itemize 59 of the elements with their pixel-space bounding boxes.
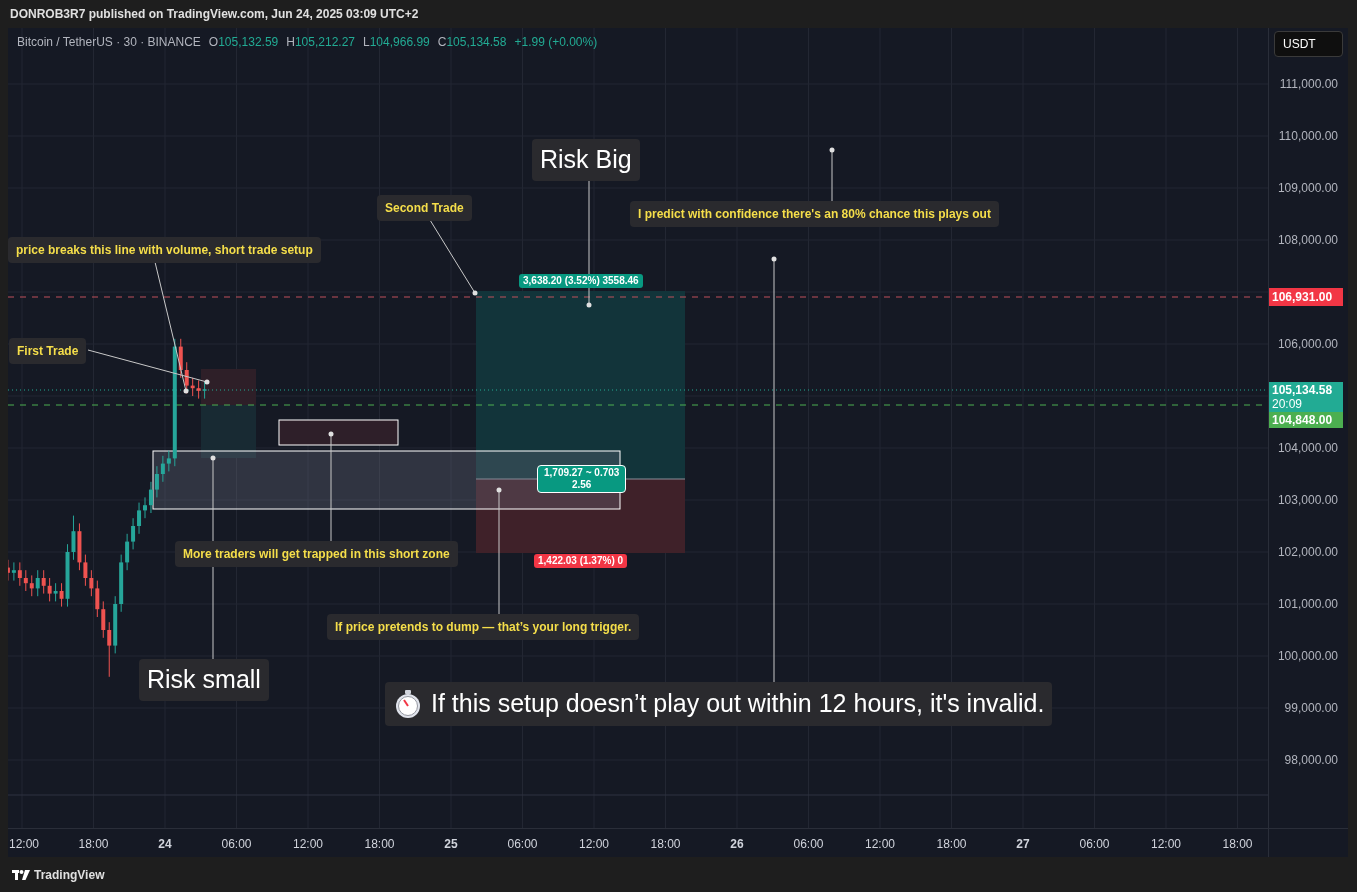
price-tick: 101,000.00 bbox=[1277, 596, 1338, 612]
ratio-text: 2.56 bbox=[571, 479, 592, 491]
position-label: 1,422.03 (1.37%) 0 bbox=[534, 554, 628, 568]
tag-price: 106,931.00 bbox=[1272, 290, 1334, 304]
time-tick: 26 bbox=[729, 836, 745, 853]
time-tick: 12:00 bbox=[8, 836, 40, 853]
headline-label: Risk small bbox=[139, 659, 269, 701]
logo-icon bbox=[12, 869, 30, 880]
stopwatch-icon bbox=[393, 688, 423, 719]
annotation-label: If price pretends to dump — that’s your long trigger. bbox=[327, 614, 640, 640]
time-tick: 18:00 bbox=[363, 836, 396, 853]
ratio-text: 1,709.27 ~ 0.703 bbox=[544, 467, 620, 479]
warning-text: If this setup doesn’t play out within 12 hours, it's invalid. bbox=[431, 688, 1045, 719]
time-tick: 18:00 bbox=[649, 836, 682, 853]
annotation-label: Second Trade bbox=[377, 195, 472, 221]
price-tick: 98,000.00 bbox=[1284, 752, 1338, 768]
tag-price: 104,848.00 bbox=[1272, 413, 1334, 427]
time-tick: 06:00 bbox=[220, 836, 253, 853]
brand-name: TradingView bbox=[34, 866, 105, 884]
ohlc-value: H105,212.27 bbox=[286, 34, 355, 51]
annotation-label: First Trade bbox=[9, 338, 87, 364]
time-tick: 06:00 bbox=[1078, 836, 1111, 853]
position-label: 3,638.20 (3.52%) 3558.46 bbox=[519, 274, 643, 288]
time-tick: 24 bbox=[157, 836, 173, 853]
ohlc-value: C105,134.58 bbox=[437, 34, 507, 51]
price-tick: 110,000.00 bbox=[1278, 128, 1338, 144]
price-tick: 109,000.00 bbox=[1277, 180, 1338, 196]
time-tick: 18:00 bbox=[77, 836, 110, 853]
publish-info: DONROB3R7 published on TradingView.com, Jun 24, 2025 03:09 UTC+2 bbox=[10, 6, 419, 23]
leader-line bbox=[829, 147, 835, 202]
annotation-label: More traders will get trapped in this short zone bbox=[175, 541, 458, 567]
time-tick: 12:00 bbox=[864, 836, 896, 853]
time-tick: 18:00 bbox=[935, 836, 968, 853]
time-tick: 27 bbox=[1015, 836, 1031, 853]
tag-price: 105,134.58 bbox=[1272, 383, 1334, 397]
countdown-time: 20:09 bbox=[1272, 397, 1304, 411]
price-change: +1.99 (+0.00%) bbox=[514, 34, 598, 51]
price-tick: 103,000.00 bbox=[1277, 492, 1338, 508]
price-tick: 106,000.00 bbox=[1277, 336, 1338, 352]
time-tick: 12:00 bbox=[292, 836, 324, 853]
time-tick: 12:00 bbox=[1150, 836, 1182, 853]
ohlc-value: L104,966.99 bbox=[363, 34, 430, 51]
price-tick: 100,000.00 bbox=[1277, 648, 1338, 664]
time-tick: 12:00 bbox=[578, 836, 610, 853]
price-tick: 104,000.00 bbox=[1277, 440, 1338, 456]
symbol-title: Bitcoin / TetherUS · 30 · BINANCE bbox=[17, 34, 201, 51]
currency-button[interactable]: USDT bbox=[1274, 31, 1343, 57]
time-tick: 25 bbox=[443, 836, 459, 853]
price-tick: 102,000.00 bbox=[1277, 544, 1338, 560]
time-tick: 06:00 bbox=[792, 836, 825, 853]
price-tick: 111,000.00 bbox=[1279, 76, 1338, 92]
time-tick: 06:00 bbox=[506, 836, 539, 853]
annotation-label: price breaks this line with volume, short trade setup bbox=[8, 237, 321, 263]
headline-label: Risk Big bbox=[532, 139, 640, 181]
annotation-label: I predict with confidence there's an 80% chance this plays out bbox=[630, 201, 999, 227]
price-tick: 108,000.00 bbox=[1277, 232, 1338, 248]
price-tick: 99,000.00 bbox=[1284, 700, 1338, 716]
time-tick: 18:00 bbox=[1221, 836, 1254, 853]
ohlc-value: O105,132.59 bbox=[208, 34, 279, 51]
